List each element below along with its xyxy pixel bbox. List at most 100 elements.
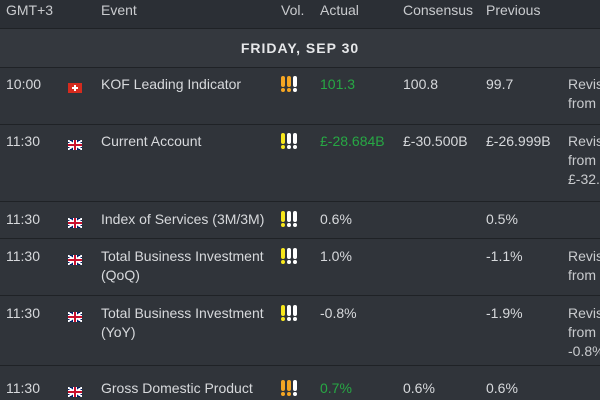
event-name[interactable]: Total Business Investment (YoY) <box>101 304 264 342</box>
consensus-value: 100.8 <box>403 76 439 92</box>
switzerland-flag-icon <box>68 79 82 93</box>
previous-value: -1.1% <box>486 248 523 264</box>
consensus-value: £-30.500B <box>403 133 468 149</box>
united-kingdom-flag-icon <box>68 387 82 397</box>
event-name[interactable]: Index of Services (3M/3M) <box>101 210 264 229</box>
volatility-exclamation-icon <box>281 380 285 396</box>
united-kingdom-flag-icon <box>68 214 82 228</box>
event-name-line: Total Business Investment <box>101 248 264 264</box>
united-kingdom-flag-icon <box>68 251 82 265</box>
event-row[interactable]: 11:30 Total Business Investment (YoY) -0.8%… <box>0 296 600 366</box>
volatility-indicator <box>281 248 297 269</box>
revision-note-line: Revis <box>568 76 600 92</box>
united-kingdom-flag-icon <box>68 136 82 150</box>
revision-note: Revis from -0.8% <box>568 304 600 361</box>
previous-value: 99.7 <box>486 76 514 92</box>
event-row[interactable]: 11:30 Index of Services (3M/3M) 0.6% 0.5% <box>0 202 600 239</box>
volatility-indicator <box>281 305 297 326</box>
revision-note-line: from <box>568 267 596 283</box>
event-time: 11:30 <box>6 211 40 227</box>
volatility-indicator <box>281 211 297 232</box>
revision-note: Revis from <box>568 75 600 113</box>
volatility-exclamation-icon <box>281 305 285 321</box>
revision-note: Revis from £-32. <box>568 132 600 189</box>
volatility-exclamation-icon <box>293 380 297 396</box>
revision-note-line: from <box>568 324 596 340</box>
column-header-actual[interactable]: Actual <box>320 2 359 18</box>
event-name-line: Gross Domestic Product <box>101 380 253 396</box>
volatility-exclamation-icon <box>281 133 285 149</box>
column-header-time[interactable]: GMT+3 <box>6 2 53 18</box>
event-row[interactable]: 11:30 Gross Domestic Product 0.7% 0.6% 0.6% <box>0 366 600 400</box>
event-name[interactable]: Gross Domestic Product <box>101 379 253 398</box>
column-header-previous[interactable]: Previous <box>486 2 540 18</box>
column-header-row: GMT+3 Event Vol. Actual Consensus Previo… <box>0 0 600 28</box>
volatility-exclamation-icon <box>287 380 291 396</box>
actual-value: 1.0% <box>320 248 352 264</box>
event-row[interactable]: 11:30 Total Business Investment (QoQ) 1.0% -… <box>0 239 600 296</box>
event-row[interactable]: 11:30 Current Account £-28.684B £-30.500B £-… <box>0 125 600 202</box>
volatility-exclamation-icon <box>287 248 291 264</box>
previous-value: £-26.999B <box>486 133 551 149</box>
united-kingdom-flag-icon <box>68 140 82 150</box>
event-name-line: (YoY) <box>101 324 136 340</box>
revision-note-line: Revis <box>568 305 600 321</box>
united-kingdom-flag-icon <box>68 312 82 322</box>
event-name[interactable]: KOF Leading Indicator <box>101 75 241 94</box>
volatility-exclamation-icon <box>287 76 291 92</box>
switzerland-flag-icon <box>68 83 82 93</box>
event-time: 10:00 <box>6 76 42 92</box>
previous-value: -1.9% <box>486 305 523 321</box>
revision-note-line: Revis <box>568 133 600 149</box>
event-name[interactable]: Current Account <box>101 132 201 151</box>
event-name-line: Index of Services (3M/3M) <box>101 211 265 227</box>
volatility-exclamation-icon <box>287 305 291 321</box>
volatility-indicator <box>281 76 297 97</box>
volatility-exclamation-icon <box>287 211 291 227</box>
day-header: FRIDAY, SEP 30 <box>0 28 600 68</box>
event-time: 11:30 <box>6 133 40 149</box>
event-time: 11:30 <box>6 248 40 264</box>
united-kingdom-flag-icon <box>68 383 82 397</box>
event-name-line: Total Business Investment <box>101 305 264 321</box>
event-row[interactable]: 10:00 KOF Leading Indicator 101.3 100.8 99.7… <box>0 68 600 125</box>
actual-value: £-28.684B <box>320 133 385 149</box>
actual-value: 101.3 <box>320 76 356 92</box>
previous-value: 0.6% <box>486 380 518 396</box>
event-name-line: (QoQ) <box>101 267 140 283</box>
united-kingdom-flag-icon <box>68 308 82 322</box>
economic-calendar: GMT+3 Event Vol. Actual Consensus Previo… <box>0 0 600 400</box>
united-kingdom-flag-icon <box>68 218 82 228</box>
revision-note-line: £-32. <box>568 171 600 187</box>
revision-note-line: from <box>568 95 596 111</box>
actual-value: 0.6% <box>320 211 352 227</box>
volatility-exclamation-icon <box>287 133 291 149</box>
previous-value: 0.5% <box>486 211 518 227</box>
volatility-indicator <box>281 133 297 154</box>
consensus-value: 0.6% <box>403 380 435 396</box>
volatility-exclamation-icon <box>293 211 297 227</box>
volatility-exclamation-icon <box>281 248 285 264</box>
volatility-exclamation-icon <box>293 305 297 321</box>
column-header-vol[interactable]: Vol. <box>281 2 304 18</box>
revision-note: Revis from <box>568 247 600 285</box>
event-time: 11:30 <box>6 380 40 396</box>
revision-note-line: Revis <box>568 248 600 264</box>
volatility-exclamation-icon <box>293 133 297 149</box>
actual-value: -0.8% <box>320 305 357 321</box>
event-name-line: Current Account <box>101 133 202 149</box>
event-name[interactable]: Total Business Investment (QoQ) <box>101 247 264 285</box>
united-kingdom-flag-icon <box>68 255 82 265</box>
event-name-line: KOF Leading Indicator <box>101 76 242 92</box>
actual-value: 0.7% <box>320 380 352 396</box>
volatility-indicator <box>281 380 297 400</box>
volatility-exclamation-icon <box>293 76 297 92</box>
column-header-event[interactable]: Event <box>101 2 137 18</box>
column-header-consensus[interactable]: Consensus <box>403 2 473 18</box>
volatility-exclamation-icon <box>293 248 297 264</box>
event-time: 11:30 <box>6 305 40 321</box>
revision-note-line: from <box>568 152 596 168</box>
volatility-exclamation-icon <box>281 76 285 92</box>
revision-note-line: -0.8% <box>568 343 600 359</box>
volatility-exclamation-icon <box>281 211 285 227</box>
